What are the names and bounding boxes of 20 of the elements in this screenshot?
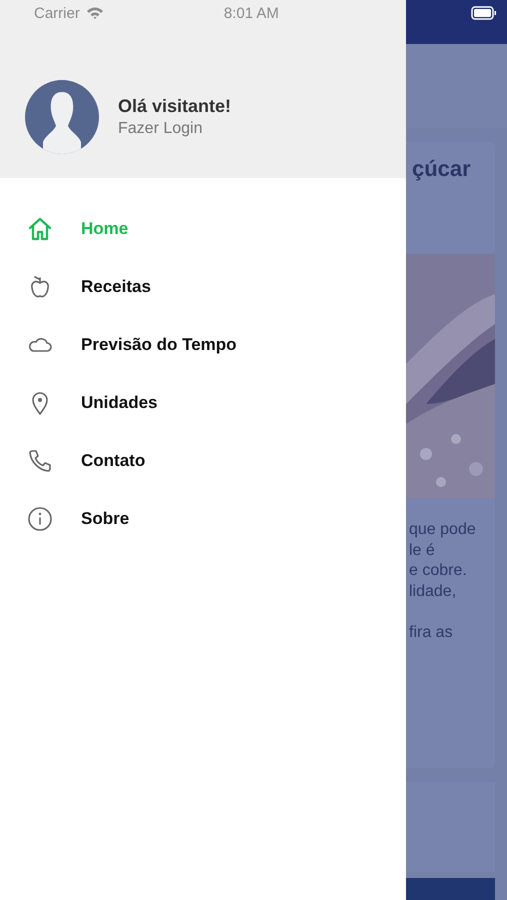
menu-item[interactable]: Sobre	[81, 509, 130, 529]
card-text-line: lidade,	[409, 582, 458, 602]
battery-icon	[471, 6, 497, 20]
info-icon	[26, 505, 54, 533]
card-text-line: le é	[409, 540, 436, 560]
menu-item[interactable]: Contato	[81, 451, 146, 471]
card-text-line: que pode	[409, 520, 477, 540]
menu-item[interactable]: Receitas	[81, 277, 151, 297]
card-text-line: e cobre.	[409, 561, 468, 581]
status-time: 8:01 AM	[224, 4, 279, 22]
card-title: çúcar	[412, 156, 472, 182]
menu-item[interactable]: Unidades	[81, 393, 158, 413]
menu-item[interactable]: Previsão do Tempo	[81, 335, 237, 355]
phone-icon	[26, 447, 54, 475]
login-link[interactable]: Fazer Login	[118, 120, 232, 138]
home-icon	[26, 215, 54, 243]
card-text-line: fira as	[409, 622, 454, 642]
carrier-label: Carrier	[34, 4, 80, 22]
wifi-icon	[86, 6, 104, 20]
greeting-text: Olá visitante!	[118, 96, 232, 117]
